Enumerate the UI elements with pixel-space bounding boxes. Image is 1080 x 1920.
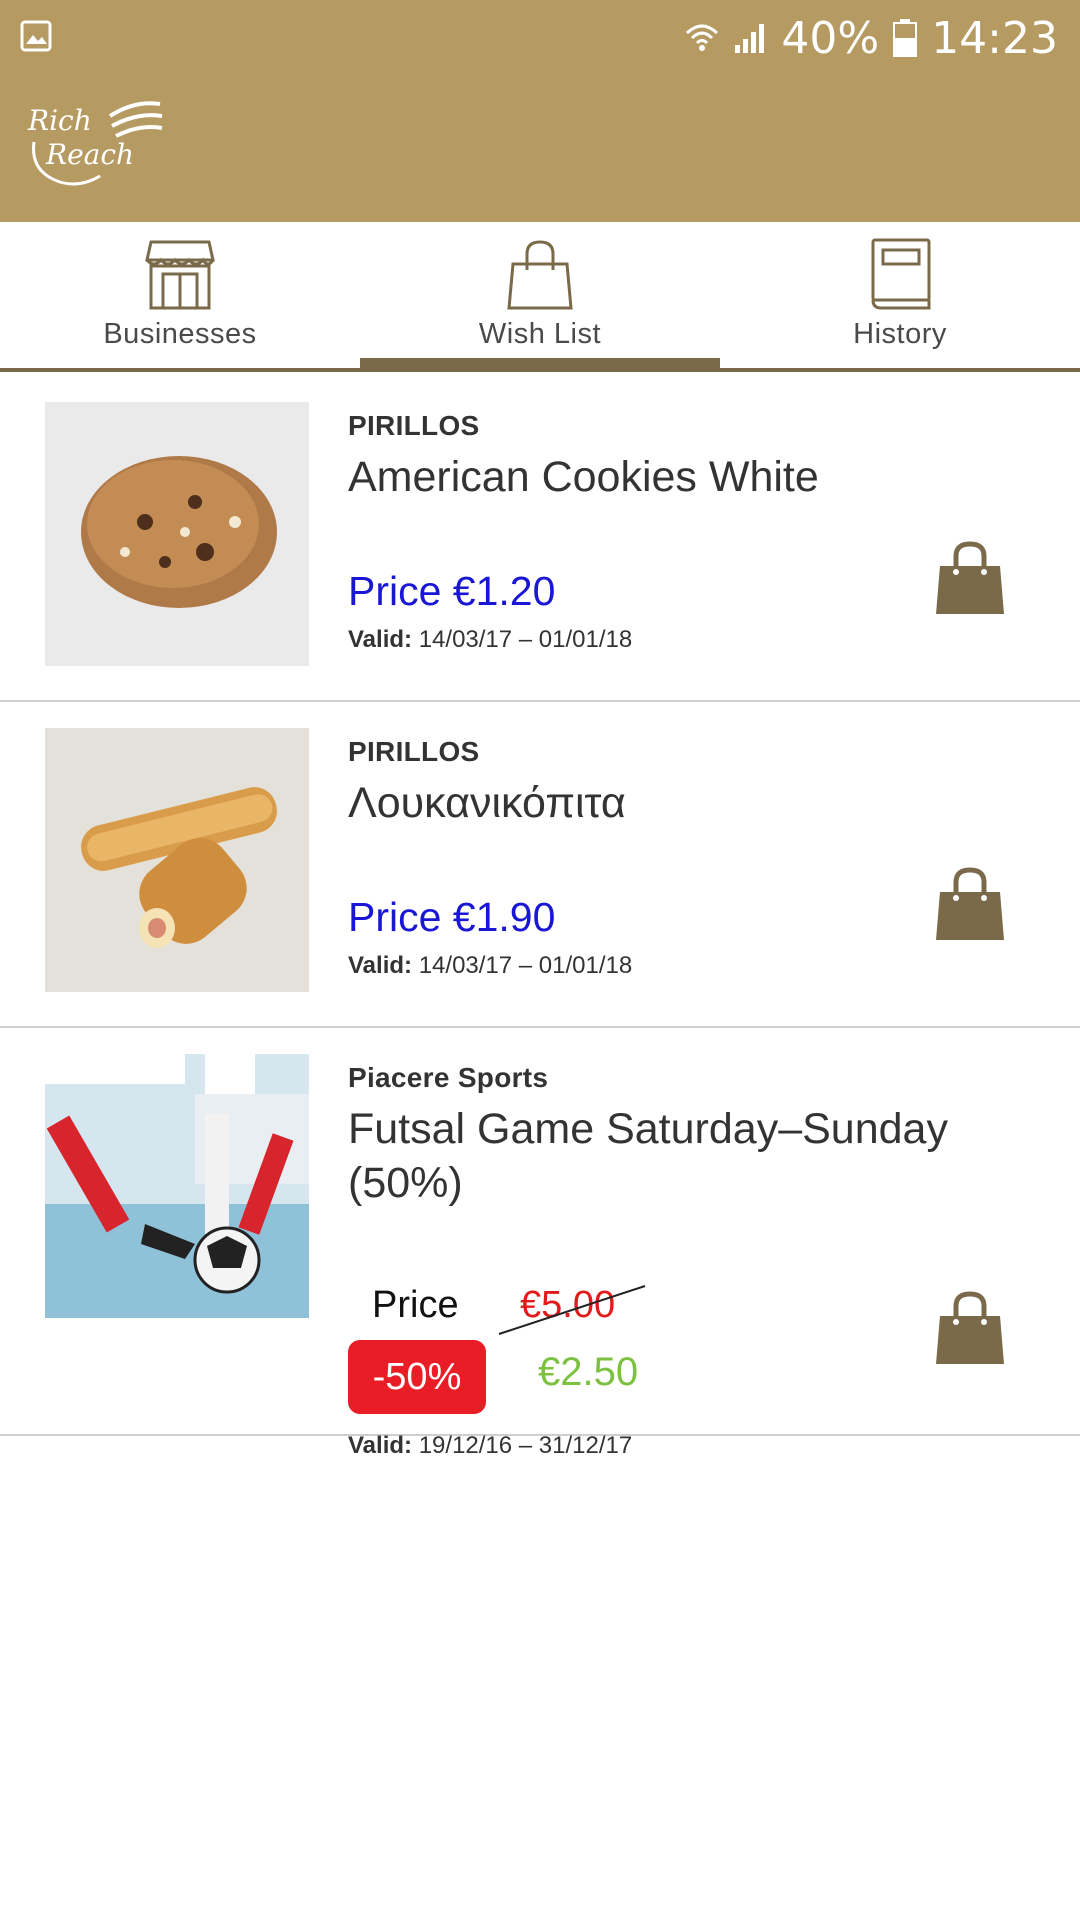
tab-history-label: History xyxy=(853,318,947,350)
svg-text:Rich: Rich xyxy=(27,104,92,137)
list-item[interactable]: PIRILLOS Λουκανικόπιτα Price €1.90 Valid… xyxy=(0,702,1080,1028)
shopping-bag-icon[interactable] xyxy=(934,540,1006,616)
business-name: PIRILLOS xyxy=(348,736,480,767)
item-price: Price €1.90 xyxy=(348,894,556,940)
wish-list: PIRILLOS American Cookies White Price €1… xyxy=(0,376,1080,1459)
signal-icon xyxy=(735,24,765,53)
price-label: Price xyxy=(372,1284,459,1326)
cookie-image xyxy=(45,402,309,666)
battery-icon xyxy=(893,19,918,57)
status-right: 40% 14:23 xyxy=(685,10,1058,66)
tab-businesses[interactable]: Businesses xyxy=(0,222,360,368)
gallery-notification-icon xyxy=(20,20,52,52)
business-name: PIRILLOS xyxy=(348,410,480,441)
battery-percent: 40% xyxy=(781,12,880,64)
item-title: American Cookies White xyxy=(348,453,819,501)
discount-badge: -50% xyxy=(348,1340,486,1414)
valid-dates: 19/12/16 – 31/12/17 xyxy=(418,1432,633,1459)
shopping-bag-icon[interactable] xyxy=(934,1290,1006,1366)
svg-text:Reach: Reach xyxy=(45,138,134,171)
validity: Valid: 14/03/17 – 01/01/18 xyxy=(348,952,632,980)
valid-dates: 14/03/17 – 01/01/18 xyxy=(418,952,633,979)
item-title: Futsal Game Saturday–Sunday (50%) xyxy=(348,1105,948,1207)
valid-label: Valid: xyxy=(348,1432,413,1459)
item-price: Price €1.20 xyxy=(348,568,556,614)
tab-bar: Businesses Wish List History xyxy=(0,222,1080,372)
valid-label: Valid: xyxy=(348,952,413,979)
clock: 14:23 xyxy=(931,12,1058,64)
tab-wish-list-label: Wish List xyxy=(478,318,602,350)
storefront-icon xyxy=(145,240,215,310)
list-item[interactable]: PIRILLOS American Cookies White Price €1… xyxy=(0,376,1080,702)
tab-wish-list[interactable]: Wish List xyxy=(360,222,720,372)
item-title: Λουκανικόπιτα xyxy=(348,779,626,827)
shopping-bag-icon[interactable] xyxy=(934,866,1006,942)
list-item[interactable]: Piacere Sports Futsal Game Saturday–Sund… xyxy=(0,1028,1080,1459)
strikethrough-line xyxy=(498,1285,646,1335)
sausage-roll-image xyxy=(45,728,309,992)
valid-dates: 14/03/17 – 01/01/18 xyxy=(418,626,633,653)
rich-reach-logo: Rich Reach xyxy=(27,101,163,186)
tab-businesses-label: Businesses xyxy=(103,318,257,350)
futsal-image xyxy=(45,1054,309,1318)
validity: Valid: 19/12/16 – 31/12/17 xyxy=(348,1432,632,1460)
status-bar: 40% 14:23 xyxy=(0,0,1080,76)
tab-history[interactable]: History xyxy=(720,222,1080,368)
shopping-bag-icon xyxy=(507,240,573,310)
business-name: Piacere Sports xyxy=(348,1062,549,1093)
wifi-icon xyxy=(686,24,719,51)
new-price: €2.50 xyxy=(538,1350,639,1394)
app-header: 40% 14:23 Rich Reach xyxy=(0,0,1080,222)
validity: Valid: 14/03/17 – 01/01/18 xyxy=(348,626,632,654)
valid-label: Valid: xyxy=(348,626,413,653)
book-icon xyxy=(871,238,931,310)
